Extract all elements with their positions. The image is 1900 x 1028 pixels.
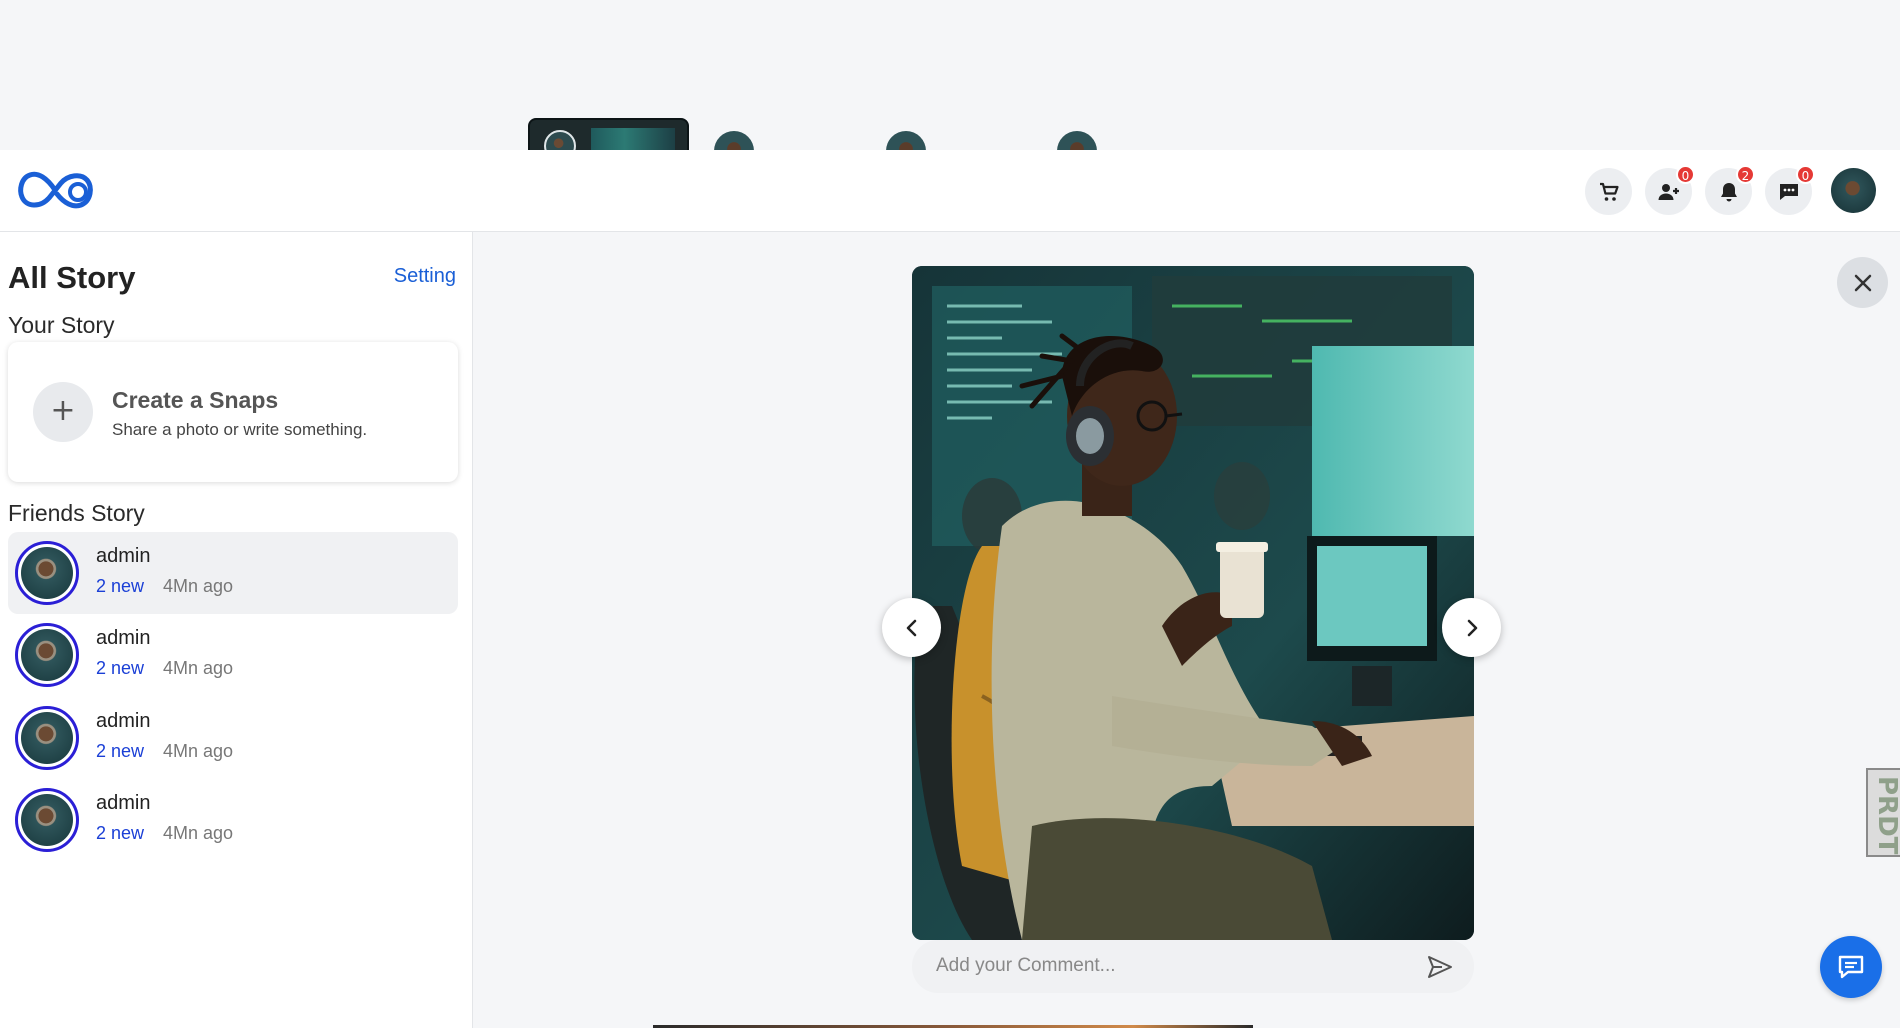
- chevron-left-icon: [906, 619, 916, 636]
- notifications-badge: 2: [1736, 165, 1755, 184]
- cart-button[interactable]: [1585, 168, 1632, 215]
- close-icon: [1854, 274, 1871, 291]
- new-count: 2 new: [96, 576, 145, 596]
- story-strip: [0, 0, 1900, 171]
- comment-bar: [912, 940, 1474, 993]
- thumbnail-image: [591, 128, 675, 152]
- story-sidebar: All Story Setting Your Story + Create a …: [0, 232, 473, 1028]
- story-thumbnail[interactable]: [528, 118, 689, 152]
- friend-requests-button[interactable]: 0: [1645, 165, 1695, 215]
- previous-story-button[interactable]: [882, 598, 941, 657]
- story-illustration: [912, 266, 1474, 940]
- comment-input[interactable]: [936, 950, 1406, 982]
- timestamp: 4Mn ago: [163, 658, 234, 678]
- friend-name: admin: [96, 545, 151, 567]
- friend-avatar: [15, 623, 79, 687]
- friend-story-item[interactable]: admin 2 new 4Mn ago: [8, 697, 458, 779]
- friend-name: admin: [96, 792, 151, 814]
- next-story-button[interactable]: [1442, 598, 1501, 657]
- timestamp: 4Mn ago: [163, 576, 234, 596]
- create-snap-subtitle: Share a photo or write something.: [112, 420, 368, 439]
- notifications-button[interactable]: 2: [1705, 165, 1755, 215]
- infinity-logo[interactable]: [16, 167, 94, 213]
- chat-button[interactable]: [1820, 936, 1882, 998]
- chat-icon: [1838, 955, 1864, 979]
- side-tab-label: PRDT: [1872, 776, 1900, 855]
- your-story-heading: Your Story: [8, 312, 115, 338]
- friend-avatar: [15, 706, 79, 770]
- cart-icon: [1599, 182, 1619, 201]
- friend-story-item[interactable]: admin 2 new 4Mn ago: [8, 779, 458, 861]
- friends-story-heading: Friends Story: [8, 500, 145, 526]
- friend-story-item[interactable]: admin 2 new 4Mn ago: [8, 614, 458, 696]
- add-friend-icon: [1658, 183, 1679, 200]
- send-icon[interactable]: [1426, 953, 1454, 981]
- message-icon: [1779, 183, 1798, 200]
- messages-badge: 0: [1796, 165, 1815, 184]
- timestamp: 4Mn ago: [163, 823, 234, 843]
- friend-story-item[interactable]: admin 2 new 4Mn ago: [8, 532, 458, 614]
- chevron-right-icon: [1467, 619, 1477, 636]
- create-snap-card[interactable]: + Create a Snaps Share a photo or write …: [8, 342, 458, 482]
- page-title: All Story: [8, 260, 136, 295]
- friend-requests-badge: 0: [1676, 165, 1695, 184]
- messages-button[interactable]: 0: [1765, 165, 1815, 215]
- top-header: 0 2 0: [0, 150, 1900, 232]
- create-snap-title: Create a Snaps: [112, 387, 279, 413]
- friend-name: admin: [96, 627, 151, 649]
- friend-avatar: [15, 541, 79, 605]
- friend-avatar: [15, 788, 79, 852]
- new-count: 2 new: [96, 741, 145, 761]
- avatar: [544, 130, 576, 152]
- close-story-button[interactable]: [1837, 257, 1888, 308]
- new-count: 2 new: [96, 823, 145, 843]
- plus-icon[interactable]: +: [33, 382, 93, 442]
- new-count: 2 new: [96, 658, 145, 678]
- setting-link[interactable]: Setting: [394, 265, 456, 288]
- friend-name: admin: [96, 710, 151, 732]
- side-tab[interactable]: PRDT: [1866, 768, 1900, 857]
- timestamp: 4Mn ago: [163, 741, 234, 761]
- user-avatar[interactable]: [1831, 168, 1876, 213]
- story-image: [912, 266, 1474, 940]
- bell-icon: [1720, 182, 1737, 201]
